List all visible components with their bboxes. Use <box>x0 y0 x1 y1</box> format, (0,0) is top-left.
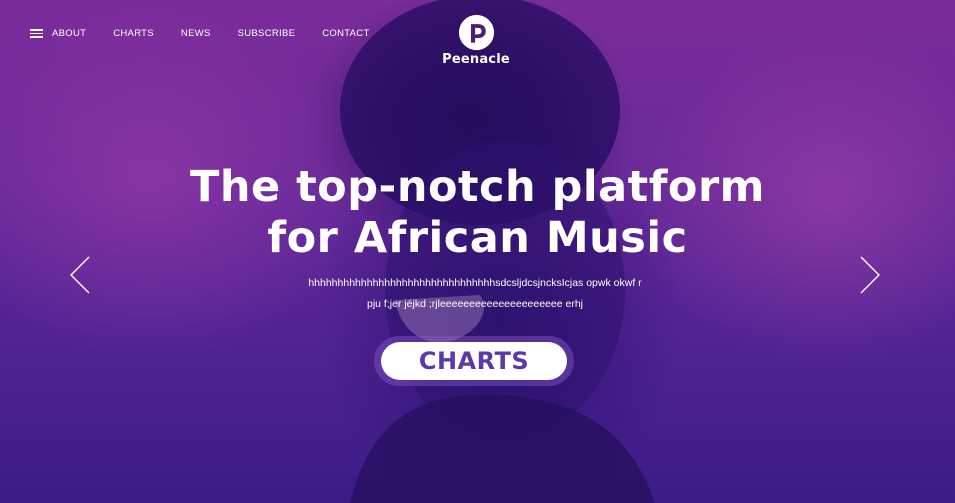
hero-subtext-line-2: pju f;jer jéjkd ;rjleeeeeeeeeeeeeeeeeeee… <box>367 298 583 310</box>
nav-item-subscribe[interactable]: SUBSCRIBE <box>238 28 296 39</box>
hero-headline-line-1: The top-notch platform <box>190 162 765 212</box>
brand-logo[interactable]: Peenacle <box>436 14 516 67</box>
nav-item-about[interactable]: ABOUT <box>52 28 86 39</box>
brand-name: Peenacle <box>442 52 510 67</box>
top-navigation: ABOUT CHARTS NEWS SUBSCRIBE CONTACT <box>30 28 370 39</box>
hamburger-menu-icon[interactable] <box>30 29 43 38</box>
charts-cta-halo: CHARTS <box>374 336 574 386</box>
hero-section: ABOUT CHARTS NEWS SUBSCRIBE CONTACT Peen… <box>0 0 955 503</box>
chevron-right-icon[interactable] <box>859 256 881 294</box>
hero-subtext: hhhhhhhhhhhhhhhhhhhhhhhhhhhhhhhhsdcsljdc… <box>230 273 720 315</box>
nav-item-news[interactable]: NEWS <box>181 28 211 39</box>
hero-headline-line-2: for African Music <box>267 213 688 263</box>
nav-item-contact[interactable]: CONTACT <box>322 28 369 39</box>
chevron-left-icon[interactable] <box>69 256 91 294</box>
hero-headline: The top-notch platform for African Music <box>150 162 805 264</box>
hero-subtext-line-1: hhhhhhhhhhhhhhhhhhhhhhhhhhhhhhhhsdcsljdc… <box>308 277 642 289</box>
charts-cta-button[interactable]: CHARTS <box>381 342 567 380</box>
nav-item-charts[interactable]: CHARTS <box>113 28 154 39</box>
p-logo-icon <box>458 14 494 51</box>
nav-about-group: ABOUT <box>30 28 86 39</box>
